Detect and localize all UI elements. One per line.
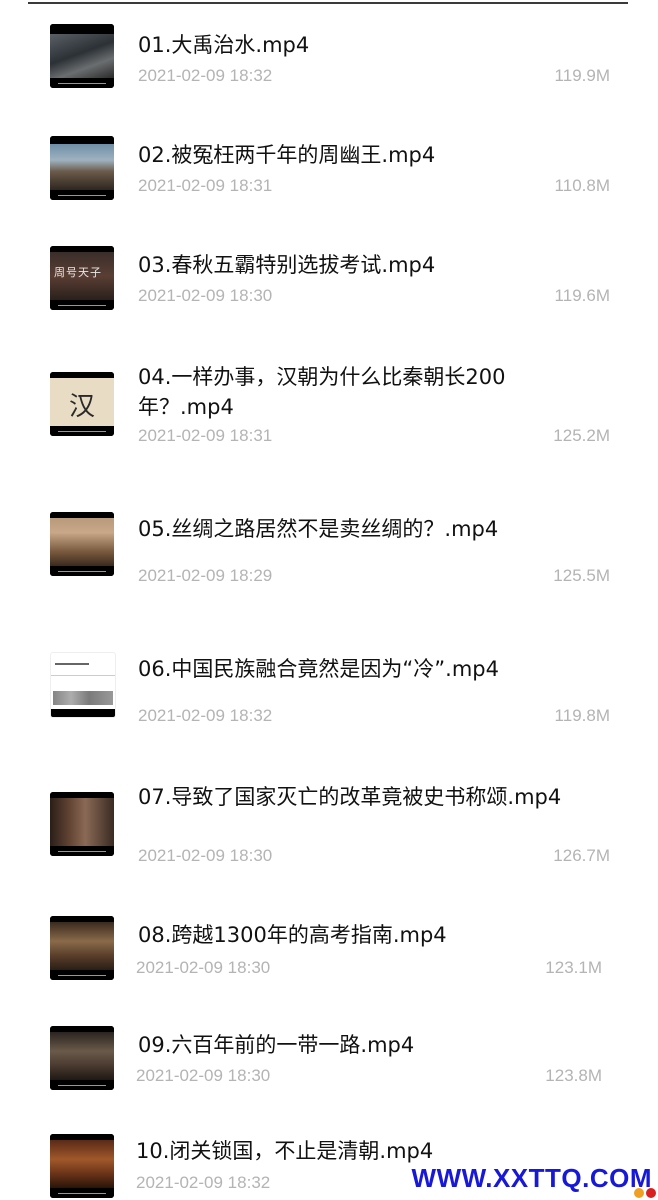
file-name: 04.一样办事，汉朝为什么比秦朝长200年？.mp4	[138, 365, 506, 419]
file-row-05[interactable]: 05.丝绸之路居然不是卖丝绸的？.mp4 2021-02-09 18:29 12…	[0, 490, 658, 630]
file-date: 2021-02-09 18:30	[138, 286, 273, 305]
file-size: 119.9M	[554, 66, 610, 85]
file-name: 10.闭关锁国，不止是清朝.mp4	[136, 1139, 434, 1163]
file-row-08[interactable]: 08.跨越1300年的高考指南.mp4 2021-02-09 18:30 123…	[0, 900, 658, 1010]
file-name: 03.春秋五霸特别选拔考试.mp4	[138, 253, 436, 277]
file-name: 08.跨越1300年的高考指南.mp4	[138, 923, 447, 947]
video-thumbnail-icon	[50, 916, 114, 980]
video-thumbnail-icon	[50, 512, 114, 576]
file-row-01[interactable]: 01.大禹治水.mp4 2021-02-09 18:32 119.9M	[0, 0, 658, 110]
video-thumbnail-icon	[50, 1134, 114, 1198]
file-date: 2021-02-09 18:29	[138, 566, 273, 585]
site-watermark: WWW.XXTTQ.COM	[411, 1163, 652, 1193]
file-date: 2021-02-09 18:30	[136, 958, 271, 977]
video-thumbnail-icon: 周号天子	[50, 246, 114, 310]
file-row-09[interactable]: 09.六百年前的一带一路.mp4 2021-02-09 18:30 123.8M	[0, 1010, 658, 1120]
file-size: 119.6M	[554, 286, 610, 305]
file-row-02[interactable]: 02.被冤枉两千年的周幽王.mp4 2021-02-09 18:31 110.8…	[0, 110, 658, 220]
file-date: 2021-02-09 18:32	[138, 66, 273, 85]
file-date: 2021-02-09 18:30	[136, 1066, 271, 1085]
file-size: 110.8M	[554, 176, 610, 195]
file-name: 01.大禹治水.mp4	[138, 33, 310, 57]
file-date: 2021-02-09 18:31	[138, 426, 273, 445]
video-thumbnail-icon	[50, 136, 114, 200]
video-thumbnail-icon	[50, 24, 114, 88]
file-row-07[interactable]: 07.导致了国家灭亡的改革竟被史书称颂.mp4 2021-02-09 18:30…	[0, 770, 658, 900]
file-date: 2021-02-09 18:31	[138, 176, 273, 195]
file-name: 05.丝绸之路居然不是卖丝绸的？.mp4	[138, 517, 499, 541]
file-size: 125.2M	[553, 426, 610, 445]
video-thumbnail-icon: 汉	[50, 372, 114, 436]
file-size: 123.8M	[545, 1066, 602, 1085]
file-date: 2021-02-09 18:32	[138, 706, 273, 725]
file-size: 119.8M	[554, 706, 610, 725]
file-name: 07.导致了国家灭亡的改革竟被史书称颂.mp4	[138, 785, 562, 809]
file-date: 2021-02-09 18:32	[136, 1173, 271, 1192]
watermark-dot-icon	[634, 1188, 644, 1198]
file-row-03[interactable]: 周号天子 03.春秋五霸特别选拔考试.mp4 2021-02-09 18:30 …	[0, 220, 658, 335]
file-size: 123.1M	[545, 958, 602, 977]
thumbnail-overlay-text: 周号天子	[54, 266, 102, 279]
video-thumbnail-icon	[50, 1026, 114, 1090]
watermark-dot-icon	[646, 1188, 656, 1198]
video-thumbnail-icon	[50, 792, 114, 856]
file-size: 126.7M	[553, 846, 610, 865]
file-size: 125.5M	[553, 566, 610, 585]
file-name: 06.中国民族融合竟然是因为“冷”.mp4	[138, 657, 499, 681]
thumbnail-glyph: 汉	[68, 392, 95, 422]
file-name: 02.被冤枉两千年的周幽王.mp4	[138, 143, 436, 167]
file-name: 09.六百年前的一带一路.mp4	[138, 1033, 415, 1057]
file-date: 2021-02-09 18:30	[138, 846, 273, 865]
file-list: 01.大禹治水.mp4 2021-02-09 18:32 119.9M 02.被…	[0, 0, 658, 1200]
video-thumbnail-icon	[50, 652, 116, 718]
file-row-04[interactable]: 汉 04.一样办事，汉朝为什么比秦朝长200年？.mp4 2021-02-09 …	[0, 350, 658, 480]
file-row-06[interactable]: 06.中国民族融合竟然是因为“冷”.mp4 2021-02-09 18:32 1…	[0, 630, 658, 770]
